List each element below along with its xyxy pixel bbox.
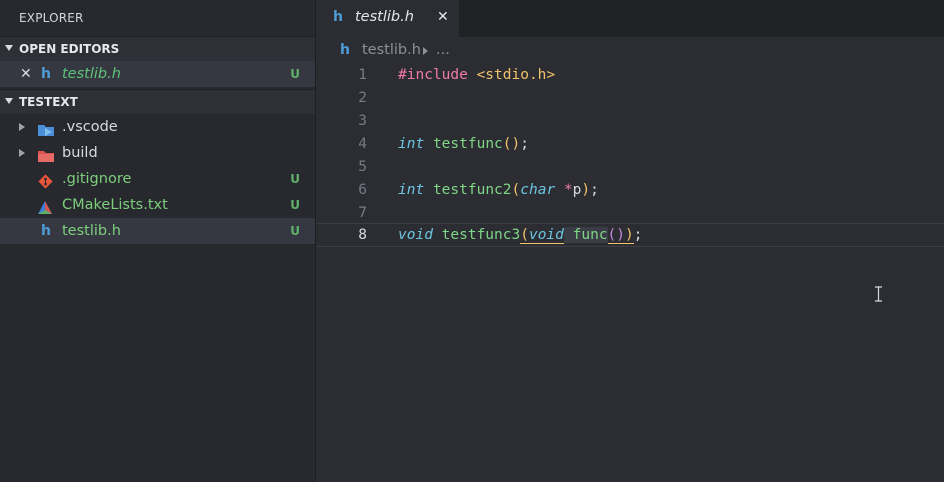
chevron-down-icon: [5, 45, 13, 51]
token: (: [520, 227, 529, 244]
tab-bar: h testlib.h ✕: [317, 0, 944, 37]
breadcrumb-file[interactable]: testlib.h: [362, 37, 421, 64]
token: [563, 227, 573, 243]
token: int: [398, 136, 425, 152]
breadcrumb-more[interactable]: ...: [436, 37, 450, 64]
tree-item-gitignore[interactable]: .gitignore U: [0, 166, 315, 192]
chevron-right-icon: [19, 123, 25, 131]
close-icon[interactable]: ✕: [20, 61, 32, 87]
tree-item-cmakelists[interactable]: CMakeLists.txt U: [0, 192, 315, 218]
code-line: 5: [317, 156, 944, 179]
line-number: 5: [358, 159, 367, 175]
git-status-badge: U: [290, 224, 300, 238]
open-editor-name: testlib.h: [62, 66, 121, 82]
open-editors-header[interactable]: OPEN EDITORS: [0, 36, 315, 61]
line-content: void testfunc3(void func());: [398, 224, 642, 247]
open-editor-item[interactable]: ✕ h testlib.h U: [0, 61, 315, 87]
code-line: 7: [317, 202, 944, 225]
c-header-file-icon: h: [340, 42, 350, 58]
folder-label: TESTEXT: [19, 95, 78, 109]
token: void: [398, 227, 433, 243]
c-header-file-icon: h: [41, 223, 51, 239]
tree-item-testlib[interactable]: h testlib.h U: [0, 218, 315, 244]
line-number: 2: [358, 90, 367, 106]
token: #include: [398, 67, 468, 83]
code-line-current: 8 void testfunc3(void func());: [317, 223, 944, 247]
tree-item-label: CMakeLists.txt: [62, 197, 168, 213]
token: char: [520, 182, 556, 198]
code-line: 2: [317, 87, 944, 110]
token: ): [581, 182, 591, 198]
token: <stdio.h>: [476, 67, 556, 83]
line-number: 1: [358, 67, 367, 83]
folder-header[interactable]: TESTEXT: [0, 89, 315, 114]
tree-item-label: build: [62, 145, 98, 161]
git-status-badge: U: [290, 172, 300, 186]
line-content: #include <stdio.h>: [398, 64, 555, 87]
tree-item-label: .gitignore: [62, 171, 132, 187]
git-status-badge: U: [290, 198, 300, 212]
token: (): [502, 136, 521, 152]
breadcrumb: h testlib.h ...: [317, 37, 944, 64]
line-number: 8: [358, 227, 367, 243]
token: (: [511, 182, 521, 198]
line-number: 6: [358, 182, 367, 198]
token: func: [572, 227, 608, 243]
code-line: 6 int testfunc2(char *p);: [317, 179, 944, 202]
token: (): [607, 227, 626, 244]
code-line: 4 int testfunc();: [317, 133, 944, 156]
line-number: 3: [358, 113, 367, 129]
tree-item-label: .vscode: [62, 119, 118, 135]
tab-label: testlib.h: [355, 9, 414, 25]
git-status-badge: U: [290, 67, 300, 81]
token: ;: [520, 136, 529, 152]
tab-testlib[interactable]: h testlib.h ✕: [317, 0, 459, 37]
code-line: 1 #include <stdio.h>: [317, 64, 944, 87]
code-line: 3: [317, 110, 944, 133]
token: *: [563, 182, 573, 198]
c-header-file-icon: h: [41, 66, 51, 82]
open-editors-label: OPEN EDITORS: [19, 42, 120, 56]
tree-item-vscode[interactable]: .vscode: [0, 114, 315, 140]
close-icon[interactable]: ✕: [437, 9, 449, 25]
code-editor[interactable]: 1 #include <stdio.h> 2 3 4 int testfunc(…: [317, 64, 944, 482]
explorer-title: EXPLORER: [19, 11, 84, 25]
token: void: [528, 227, 564, 244]
token: ;: [633, 227, 643, 243]
chevron-right-icon: [423, 47, 428, 55]
token: ): [625, 227, 634, 244]
tree-item-build[interactable]: build: [0, 140, 315, 166]
tree-item-label: testlib.h: [62, 223, 121, 239]
chevron-right-icon: [19, 149, 25, 157]
line-content: int testfunc2(char *p);: [398, 179, 599, 202]
token: ;: [590, 182, 599, 198]
token: int: [398, 182, 425, 198]
explorer-sidebar: EXPLORER OPEN EDITORS ✕ h testlib.h U TE…: [0, 0, 316, 482]
token: testfunc: [432, 136, 503, 152]
c-header-file-icon: h: [333, 9, 343, 25]
line-number: 7: [358, 205, 367, 221]
token: testfunc3: [441, 227, 521, 243]
token: testfunc2: [432, 182, 512, 198]
chevron-down-icon: [5, 98, 13, 104]
line-content: int testfunc();: [398, 133, 529, 156]
text-cursor-icon: [875, 286, 882, 302]
line-number: 4: [358, 136, 367, 152]
